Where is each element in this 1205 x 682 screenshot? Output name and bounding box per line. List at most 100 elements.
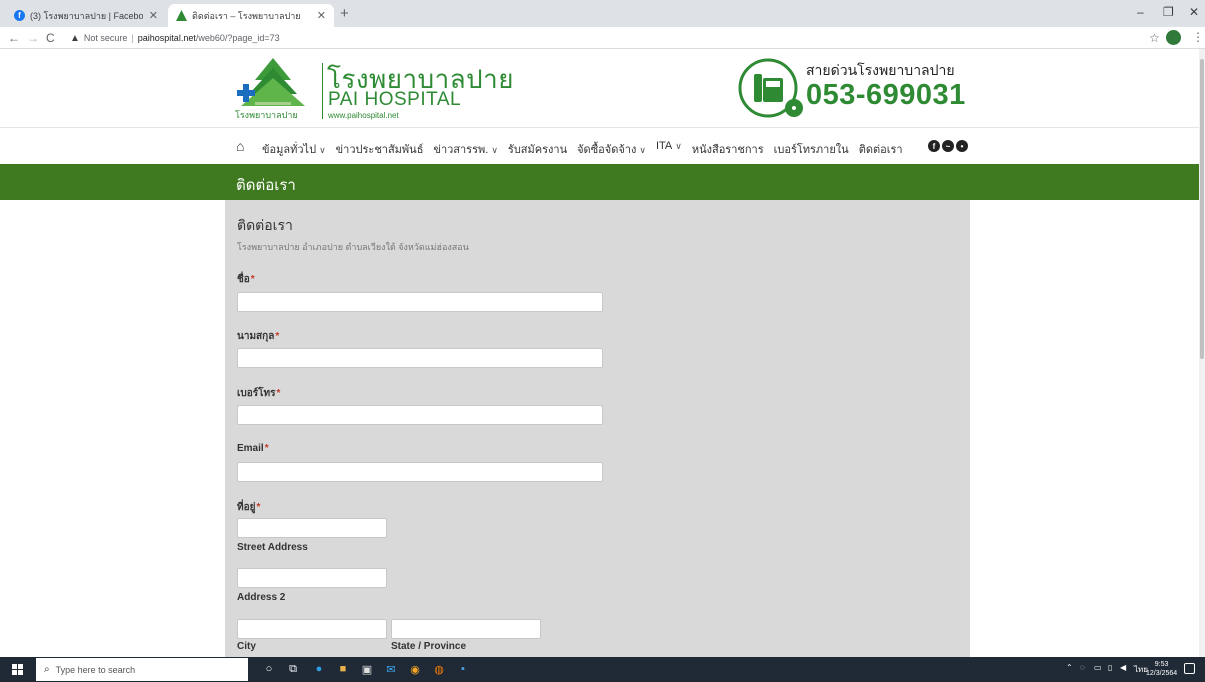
facebook-icon[interactable]: f [928,140,940,152]
forward-button[interactable]: → [27,31,39,45]
volume-icon[interactable]: ◀ [1120,663,1126,672]
page-scrollbar[interactable] [1199,49,1205,657]
taskbar-clock[interactable]: 9:53 12/3/2564 [1146,660,1177,678]
menu-item-jobs[interactable]: รับสมัครงาน [508,140,567,158]
tab-facebook[interactable]: f (3) โรงพยาบาลปาย | Facebook ✕ [6,4,166,27]
line-icon[interactable]: • [956,140,968,152]
url-host: paihospital.net [137,33,196,43]
street-address-label: Street Address [237,542,308,553]
required-mark: * [256,502,261,513]
menu-item-general-info[interactable]: ข้อมูลทั่วไป ∨ [262,140,326,158]
social-links: f ~ • [928,140,970,152]
windows-start-icon[interactable] [12,664,23,675]
city-input[interactable] [237,619,387,639]
address-bar: ← → C ▲ Not secure | paihospital.net /we… [0,27,1205,49]
clock-date: 12/3/2564 [1146,670,1178,677]
required-mark: * [250,274,255,285]
security-label: Not secure [83,33,128,43]
network-icon[interactable]: ▭ [1094,663,1102,672]
required-mark: * [264,443,269,454]
hotline-number: 053-699031 [806,79,966,111]
chrome-icon[interactable]: ◉ [408,662,422,676]
menu-list: ข้อมูลทั่วไป ∨ ข่าวประชาสัมพันธ์ ข่าวสารร… [262,140,913,158]
contact-form-area: ติดต่อเรา โรงพยาบาลปาย อำเภอปาย ตำบลเวีย… [225,200,970,657]
back-button[interactable]: ← [8,31,20,45]
minimize-button[interactable]: – [1137,5,1144,19]
taskbar-search-input[interactable]: ⌕ Type here to search [36,658,248,681]
first-name-label: ชื่อ* [237,274,255,285]
search-placeholder: Type here to search [55,664,136,675]
edge-icon[interactable]: ● [312,662,326,676]
city-label: City [237,641,256,652]
chevron-down-icon: ∨ [491,145,498,155]
web-page: โรงพยาบาลปาย โรงพยาบาลปาย PAI HOSPITAL w… [0,49,1205,657]
menu-item-ita[interactable]: ITA ∨ [656,140,682,158]
last-name-label: นามสกุล* [237,331,280,342]
hospital-logo-icon[interactable]: โรงพยาบาลปาย [233,54,319,122]
tray-app-icon[interactable]: ◌ [1080,663,1085,672]
clock-time: 9:53 [1154,661,1169,668]
menu-item-internal-phone[interactable]: เบอร์โทรภายใน [774,140,849,158]
pai-favicon-icon [176,10,187,21]
required-mark: * [275,331,280,342]
phone-input[interactable] [237,405,603,425]
scrollbar-thumb[interactable] [1200,59,1204,359]
street-address-input[interactable] [237,518,387,538]
maximize-button[interactable]: ❐ [1163,5,1174,19]
mail-icon[interactable]: ✉ [384,662,398,676]
form-subtitle: โรงพยาบาลปาย อำเภอปาย ตำบลเวียงใต้ จังหว… [237,242,469,252]
windows-taskbar: ⌕ Type here to search ○ ⧉ ● ■ ▣ ✉ ◉ ◍ ▪ … [0,657,1205,682]
reload-button[interactable]: C [46,31,55,45]
new-tab-button[interactable]: + [340,5,349,22]
file-explorer-icon[interactable]: ■ [336,662,350,676]
notification-icon[interactable] [1184,663,1195,674]
menu-item-procurement[interactable]: จัดซื้อจัดจ้าง ∨ [577,140,646,158]
close-tab-icon[interactable]: ✕ [149,9,158,22]
search-icon: ⌕ [44,664,50,675]
app-icon[interactable]: ▪ [456,662,470,676]
close-window-button[interactable]: ✕ [1189,5,1199,19]
state-input[interactable] [391,619,541,639]
store-icon[interactable]: ▣ [360,662,374,676]
address2-input[interactable] [237,568,387,588]
tab-contact[interactable]: ติดต่อเรา – โรงพยาบาลปาย ✕ [168,4,334,27]
url-separator: | [131,33,134,43]
close-tab-icon[interactable]: ✕ [317,9,326,22]
menu-kebab-icon[interactable]: ⋮ [1192,30,1204,44]
profile-avatar[interactable] [1166,30,1181,45]
display-icon[interactable]: ▯ [1108,663,1112,672]
home-icon[interactable]: ⌂ [236,138,244,154]
address-label: ที่อยู่* [237,502,261,513]
menu-item-official-letters[interactable]: หนังสือราชการ [692,140,764,158]
tray-chevron-icon[interactable]: ⌃ [1066,663,1073,672]
menu-item-pr-news[interactable]: ข่าวประชาสัมพันธ์ [336,140,424,158]
tab-strip: f (3) โรงพยาบาลปาย | Facebook ✕ ติดต่อเร… [0,0,1205,27]
page-title: ติดต่อเรา [236,177,296,194]
warning-icon: ▲ [70,32,80,44]
logo-caption: โรงพยาบาลปาย [235,110,298,120]
menu-item-hospital-news[interactable]: ข่าวสารรพ. ∨ [433,140,497,158]
telephone-icon [738,58,803,118]
form-heading: ติดต่อเรา [237,217,293,233]
email-label: Email* [237,443,269,454]
tab-title: ติดต่อเรา – โรงพยาบาลปาย [192,10,301,21]
facebook-favicon-icon: f [14,10,25,21]
bookmark-star-icon[interactable]: ☆ [1149,31,1160,45]
hospital-website: www.paihospital.net [328,111,399,120]
chevron-down-icon: ∨ [639,145,646,155]
messenger-icon[interactable]: ~ [942,140,954,152]
url-field[interactable]: ▲ Not secure | paihospital.net /web60/?p… [70,29,280,47]
first-name-input[interactable] [237,292,603,312]
last-name-input[interactable] [237,348,603,368]
site-header: โรงพยาบาลปาย โรงพยาบาลปาย PAI HOSPITAL w… [0,49,1205,128]
logo-divider [322,63,323,119]
cortana-icon[interactable]: ○ [262,662,276,676]
menu-item-contact[interactable]: ติดต่อเรา [859,140,903,158]
task-view-icon[interactable]: ⧉ [286,662,300,676]
main-menu: ⌂ ข้อมูลทั่วไป ∨ ข่าวประชาสัมพันธ์ ข่าวสา… [0,128,1205,164]
page-title-bar: ติดต่อเรา [0,164,1205,200]
email-input[interactable] [237,462,603,482]
address2-label: Address 2 [237,592,286,603]
opera-icon[interactable]: ◍ [432,662,446,676]
chevron-down-icon: ∨ [675,141,682,151]
